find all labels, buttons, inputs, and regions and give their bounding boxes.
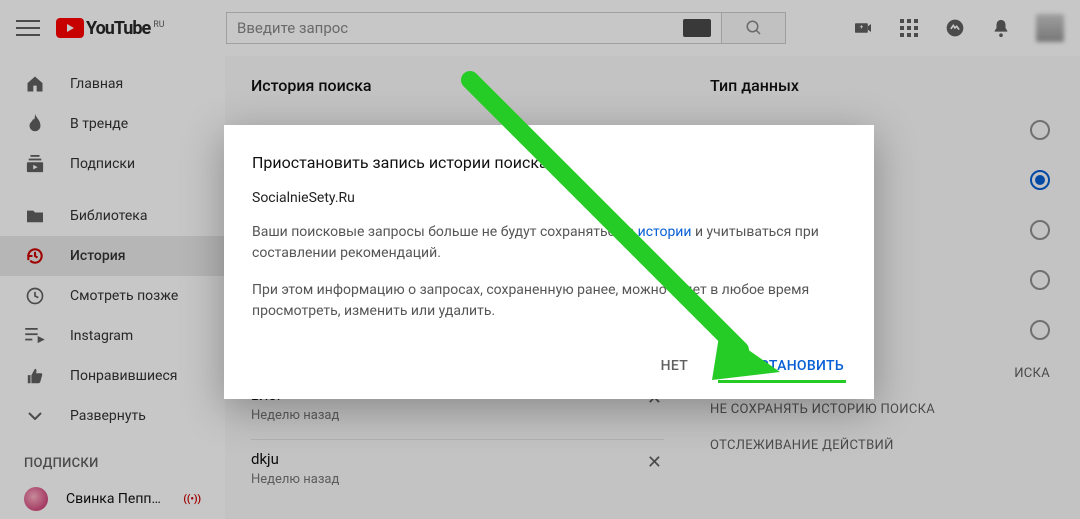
dialog-paragraph: При этом информацию о запросах, сохранен… [252,280,846,322]
pause-search-history-dialog: Приостановить запись истории поиска? Soc… [224,125,874,399]
dialog-history-link[interactable]: истории [638,224,692,240]
dialog-subtitle: SocialnieSety.Ru [252,190,846,206]
dialog-pause-button[interactable]: ПРИОСТАНОВИТЬ [718,352,846,383]
dialog-no-button[interactable]: НЕТ [659,352,690,383]
dialog-paragraph: Ваши поисковые запросы больше не будут с… [252,222,846,264]
dialog-title: Приостановить запись истории поиска? [252,153,846,172]
